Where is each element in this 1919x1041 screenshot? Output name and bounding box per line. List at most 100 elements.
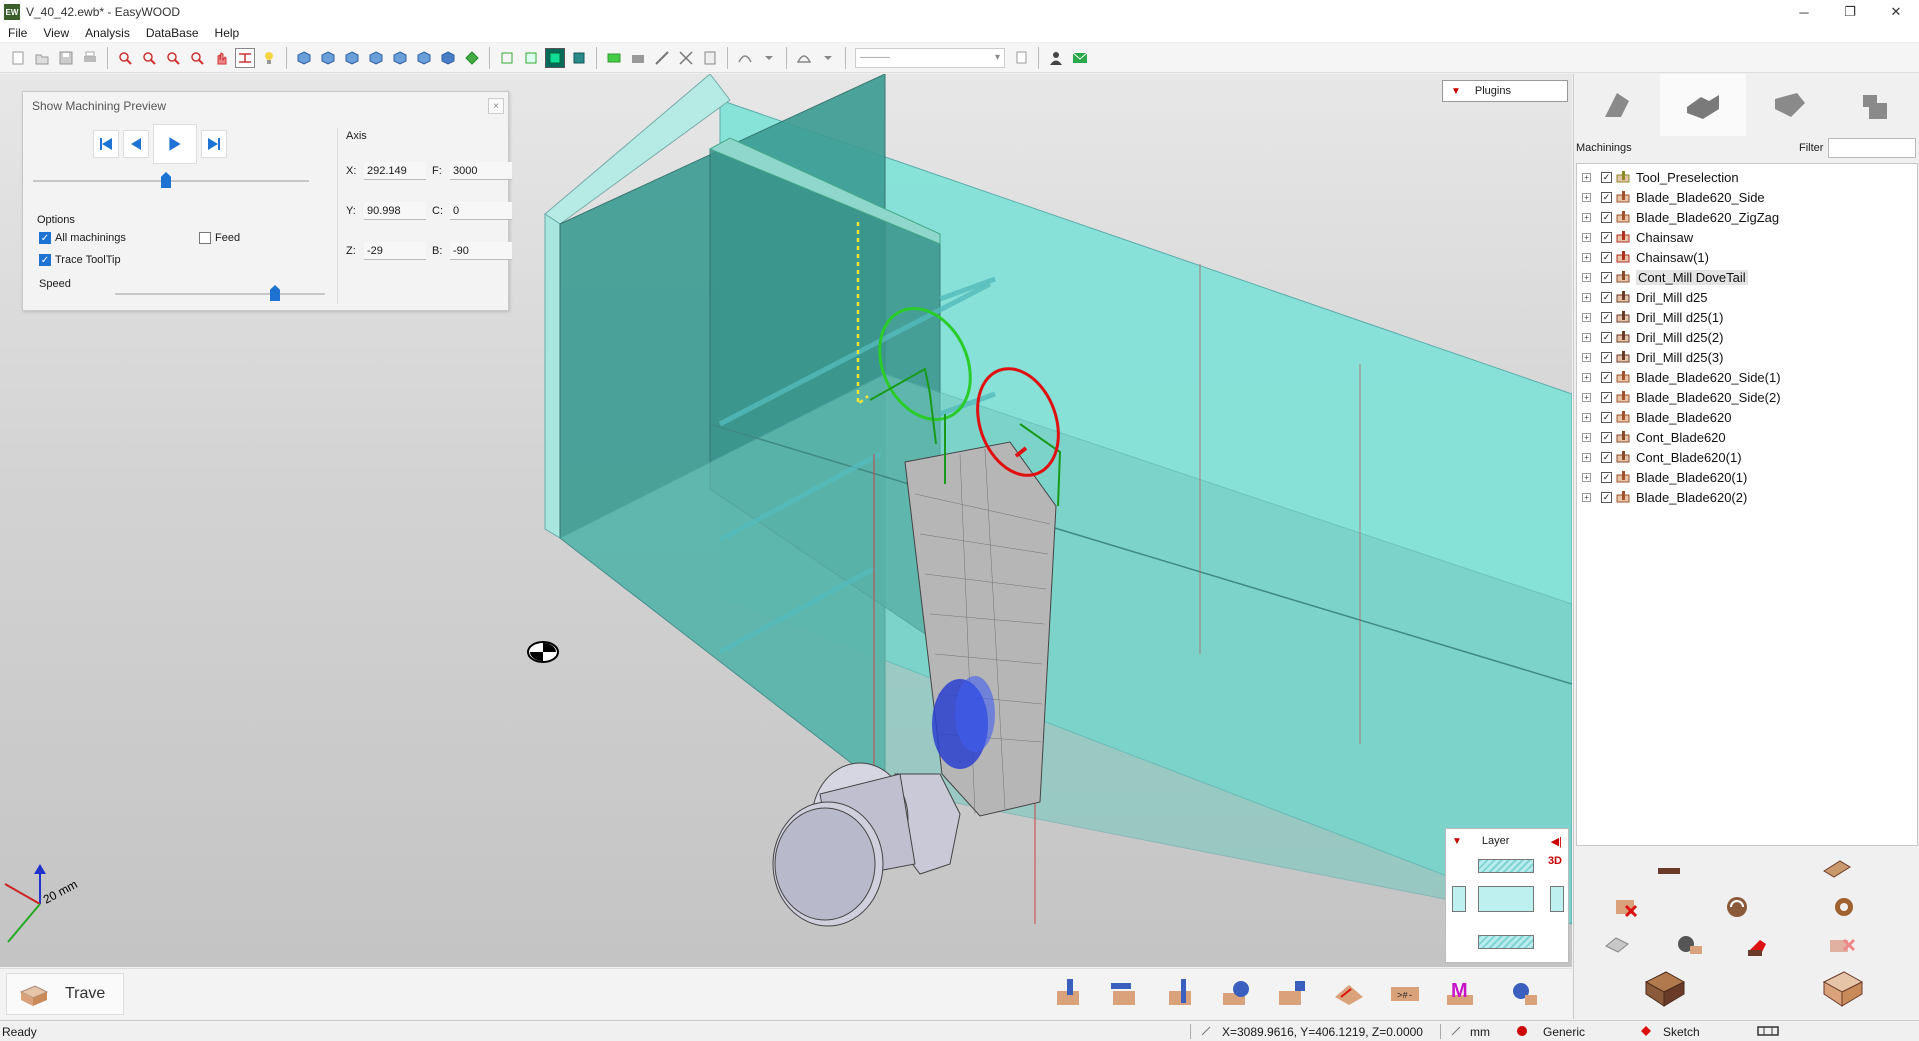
report-icon[interactable] <box>700 48 720 68</box>
feed-checkbox[interactable]: Feed <box>199 232 240 244</box>
arc-icon[interactable] <box>735 48 755 68</box>
script-icon[interactable]: >#- <box>1388 976 1422 1010</box>
hardware-icon[interactable] <box>1602 930 1632 960</box>
menu-view[interactable]: View <box>35 26 77 40</box>
expand-icon[interactable]: + <box>1582 172 1591 182</box>
collapse-icon[interactable]: ◀| <box>1551 835 1562 848</box>
remove-joint-icon[interactable] <box>1828 930 1858 960</box>
tree-item-checkbox[interactable]: ✓ <box>1601 471 1612 483</box>
view-iso-icon[interactable] <box>294 48 314 68</box>
print-icon[interactable] <box>80 48 100 68</box>
view-front-icon[interactable] <box>318 48 338 68</box>
part-selector[interactable]: Trave <box>6 973 124 1015</box>
drill-horizontal-icon[interactable] <box>1108 976 1142 1010</box>
expand-icon[interactable]: + <box>1582 332 1591 342</box>
tree-item-checkbox[interactable]: ✓ <box>1601 331 1612 343</box>
tree-item[interactable]: + ✓ Blade_Blade620_Side(1) <box>1577 367 1917 387</box>
tab-parts[interactable] <box>1746 74 1832 136</box>
minimize-button[interactable]: ─ <box>1781 0 1827 24</box>
pocket-icon[interactable] <box>1220 976 1254 1010</box>
tree-item-checkbox[interactable]: ✓ <box>1601 391 1612 403</box>
view-left-icon[interactable] <box>366 48 386 68</box>
contour-icon[interactable] <box>1332 976 1366 1010</box>
maximize-button[interactable]: ❐ <box>1827 0 1873 24</box>
dropdown-triangle-icon[interactable]: ▼ <box>1452 836 1462 847</box>
zoom-window-icon[interactable] <box>115 48 135 68</box>
tree-item[interactable]: + ✓ Blade_Blade620(1) <box>1577 467 1917 487</box>
tree-item-checkbox[interactable]: ✓ <box>1601 271 1612 283</box>
layer-left-face[interactable] <box>1452 886 1466 912</box>
tree-item-checkbox[interactable]: ✓ <box>1601 251 1612 263</box>
scissors-icon[interactable] <box>676 48 696 68</box>
tree-item-checkbox[interactable]: ✓ <box>1601 171 1612 183</box>
machine-icon[interactable] <box>628 48 648 68</box>
pan-hand-icon[interactable] <box>211 48 231 68</box>
tab-assembly[interactable] <box>1832 74 1918 136</box>
chevron-down-icon[interactable] <box>818 48 838 68</box>
expand-icon[interactable]: + <box>1582 472 1591 482</box>
copy-icon[interactable] <box>1011 48 1031 68</box>
delete-part-icon[interactable] <box>1612 892 1642 922</box>
tree-item-checkbox[interactable]: ✓ <box>1601 191 1612 203</box>
tree-item[interactable]: + ✓ Blade_Blade620_Side <box>1577 187 1917 207</box>
expand-icon[interactable]: + <box>1582 292 1591 302</box>
shaded-icon[interactable] <box>545 47 565 68</box>
layer-top-face[interactable] <box>1478 859 1534 873</box>
expand-icon[interactable]: + <box>1582 192 1591 202</box>
tree-item[interactable]: + ✓ Chainsaw <box>1577 227 1917 247</box>
tree-item-checkbox[interactable]: ✓ <box>1601 311 1612 323</box>
shape-icon[interactable] <box>794 48 814 68</box>
joint-icon[interactable] <box>1746 930 1776 960</box>
menu-analysis[interactable]: Analysis <box>77 26 138 40</box>
tree-item[interactable]: + ✓ Blade_Blade620 <box>1577 407 1917 427</box>
hidden-line-icon[interactable] <box>521 48 541 68</box>
play-icon[interactable] <box>153 124 197 164</box>
layer-bottom-face[interactable] <box>1478 935 1534 949</box>
view-right-icon[interactable] <box>390 48 410 68</box>
settings-drill-icon[interactable] <box>1508 976 1542 1010</box>
tree-item[interactable]: + ✓ Dril_Mill d25 <box>1577 287 1917 307</box>
skip-to-end-icon[interactable] <box>201 130 227 158</box>
tree-item[interactable]: + ✓ Blade_Blade620_ZigZag <box>1577 207 1917 227</box>
filter-input[interactable] <box>1828 138 1916 158</box>
tree-item[interactable]: + ✓ Cont_Blade620 <box>1577 427 1917 447</box>
tree-item-checkbox[interactable]: ✓ <box>1601 351 1612 363</box>
tree-item-checkbox[interactable]: ✓ <box>1601 491 1612 503</box>
open-file-icon[interactable] <box>32 48 52 68</box>
view-top-icon[interactable] <box>414 48 434 68</box>
skip-to-start-icon[interactable] <box>93 130 119 158</box>
expand-icon[interactable]: + <box>1582 252 1591 262</box>
zoom-all-icon[interactable] <box>187 48 207 68</box>
expand-icon[interactable]: + <box>1582 312 1591 322</box>
expand-icon[interactable]: + <box>1582 272 1591 282</box>
menu-help[interactable]: Help <box>207 26 248 40</box>
new-file-icon[interactable] <box>8 48 28 68</box>
corner-joint-icon[interactable] <box>1642 968 1690 1012</box>
trace-tooltip-checkbox[interactable]: ✓ Trace ToolTip <box>39 254 121 266</box>
drill-through-icon[interactable] <box>1164 976 1198 1010</box>
layer-right-face[interactable] <box>1550 886 1564 912</box>
layer-front-face[interactable] <box>1478 886 1534 912</box>
tree-item[interactable]: + ✓ Tool_Preselection <box>1577 167 1917 187</box>
tree-item[interactable]: + ✓ Dril_Mill d25(1) <box>1577 307 1917 327</box>
tab-tools[interactable] <box>1574 74 1660 136</box>
expand-icon[interactable]: + <box>1582 212 1591 222</box>
speed-track[interactable] <box>115 293 325 295</box>
shaded-edges-icon[interactable] <box>569 48 589 68</box>
step-back-icon[interactable] <box>123 130 149 158</box>
tree-item-checkbox[interactable]: ✓ <box>1601 371 1612 383</box>
mail-icon[interactable] <box>1070 48 1090 68</box>
slot-icon[interactable] <box>1654 856 1684 886</box>
user-icon[interactable] <box>1046 48 1066 68</box>
plugins-button[interactable]: ▼ Plugins <box>1442 80 1568 102</box>
saw-cut-icon[interactable] <box>1276 976 1310 1010</box>
expand-icon[interactable]: + <box>1582 412 1591 422</box>
speed-slider[interactable] <box>270 285 280 301</box>
view-bottom-icon[interactable] <box>438 48 458 68</box>
close-button[interactable]: ✕ <box>1873 0 1919 24</box>
expand-icon[interactable]: + <box>1582 492 1591 502</box>
expand-icon[interactable]: + <box>1582 352 1591 362</box>
view-back-icon[interactable] <box>342 48 362 68</box>
close-icon[interactable]: × <box>488 98 504 114</box>
tree-item-checkbox[interactable]: ✓ <box>1601 411 1612 423</box>
